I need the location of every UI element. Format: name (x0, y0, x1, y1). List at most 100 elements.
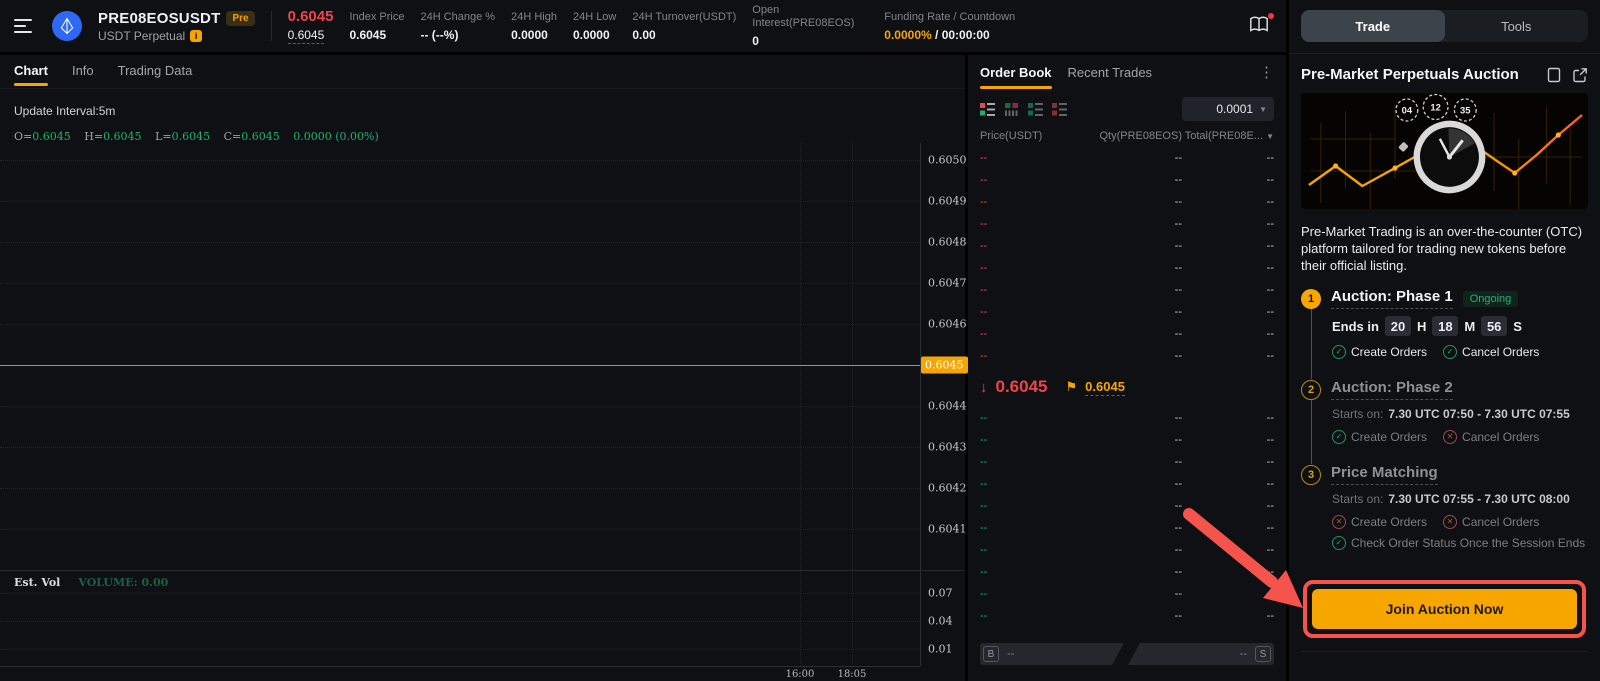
countdown-hours: 20 (1385, 316, 1411, 336)
external-link-icon[interactable] (1572, 67, 1588, 83)
order-book-ask-row[interactable]: ------ (968, 147, 1286, 169)
order-book-bid-row[interactable]: ------ (968, 495, 1286, 517)
notification-dot (1268, 13, 1274, 19)
price-block: 0.6045 0.6045 (288, 8, 334, 44)
current-price-label: 0.6045 (921, 357, 968, 374)
cross-circle-icon: ✕ (1443, 430, 1457, 444)
depth-both-icon[interactable] (980, 102, 995, 117)
chart-tab-bar: Chart Info Trading Data (0, 55, 965, 89)
gridline-horizontal (0, 593, 920, 594)
annotation-highlight-box: Join Auction Now (1303, 580, 1586, 638)
order-book-ask-row[interactable]: ------ (968, 301, 1286, 323)
gridline-vertical (800, 143, 801, 666)
order-book-ask-row[interactable]: ------ (968, 169, 1286, 191)
phase-1-number: 1 (1301, 289, 1321, 309)
gridline-horizontal (0, 406, 920, 407)
phase-1-countdown: Ends in 20 H 18 M 56 S (1332, 316, 1588, 336)
phase-2-title[interactable]: Auction: Phase 2 (1331, 379, 1453, 400)
order-book-bid-row[interactable]: ------ (968, 407, 1286, 429)
order-book-ask-row[interactable]: ------ (968, 279, 1286, 301)
divider (1301, 651, 1588, 652)
order-book-ask-row[interactable]: ------ (968, 345, 1286, 367)
bids-list: ----------------------------------------… (968, 407, 1286, 627)
order-book-bid-row[interactable]: ------ (968, 561, 1286, 583)
gridline-horizontal (0, 447, 920, 448)
phase-3-title[interactable]: Price Matching (1331, 464, 1438, 485)
order-book-bid-row[interactable]: ------ (968, 605, 1286, 627)
menu-icon[interactable] (14, 19, 36, 33)
mark-price-link[interactable]: 0.6045 (1085, 379, 1125, 396)
tab-recent-trades[interactable]: Recent Trades (1068, 65, 1153, 89)
auction-phase-3: 3 Price Matching Starts on:7.30 UTC 07:5… (1301, 464, 1588, 554)
stat-24h-change: 24H Change % -- (--%) (420, 11, 495, 42)
check-circle-icon: ✓ (1443, 345, 1457, 359)
time-axis-tick: 16:00 (786, 669, 815, 680)
ongoing-badge: Ongoing (1463, 291, 1519, 307)
volume-pane-divider[interactable] (0, 570, 965, 571)
chart-panel: Chart Info Trading Data Update Interval:… (0, 55, 965, 681)
order-book-ask-row[interactable]: ------ (968, 213, 1286, 235)
auction-phase-1: 1 Auction: Phase 1 Ongoing Ends in 20 H … (1301, 288, 1588, 379)
order-book-bid-row[interactable]: ------ (968, 517, 1286, 539)
phase-2-number: 2 (1301, 380, 1321, 400)
tab-chart[interactable]: Chart (14, 63, 48, 86)
order-book-ask-row[interactable]: ------ (968, 191, 1286, 213)
auction-panel: Trade Tools Pre-Market Perpetuals Auctio… (1289, 0, 1600, 681)
phase-3-cancel-orders: ✕Cancel Orders (1443, 515, 1539, 529)
depth-chart-icon[interactable] (1004, 102, 1019, 117)
auction-phase-2: 2 Auction: Phase 2 Starts on:7.30 UTC 07… (1301, 379, 1588, 464)
last-price: 0.6045 (288, 8, 334, 25)
stat-index-price: Index Price 0.6045 (349, 11, 404, 42)
order-book-bid-row[interactable]: ------ (968, 429, 1286, 451)
phase-1-title[interactable]: Auction: Phase 1 (1331, 288, 1453, 309)
trade-tools-toggle: Trade Tools (1301, 10, 1588, 42)
price-axis-tick: 0.6041 (928, 523, 967, 536)
price-down-arrow-icon: ↓ (980, 379, 988, 396)
order-book-bid-row[interactable]: ------ (968, 451, 1286, 473)
join-auction-button[interactable]: Join Auction Now (1312, 589, 1577, 629)
gridline-horizontal (0, 160, 920, 161)
trading-app: PRE08EOSUSDT Pre USDT Perpetual i 0.6045… (0, 0, 1600, 681)
countdown-seconds: 56 (1481, 316, 1507, 336)
gridline-horizontal (0, 488, 920, 489)
price-axis-tick: 0.6048 (928, 236, 967, 249)
eos-logo-icon (58, 17, 76, 35)
volume-value: VOLUME: 0.00 (78, 576, 168, 589)
symbol-block[interactable]: PRE08EOSUSDT Pre USDT Perpetual i (98, 10, 255, 43)
orderbook-guide-icon[interactable] (1248, 15, 1272, 37)
contract-type: USDT Perpetual (98, 29, 185, 43)
stat-24h-high: 24H High 0.0000 (511, 11, 557, 42)
contract-doc-icon[interactable] (1546, 67, 1562, 83)
mid-last-price[interactable]: 0.6045 (996, 377, 1048, 397)
volume-axis-tick: 0.04 (928, 615, 953, 628)
cross-circle-icon: ✕ (1443, 515, 1457, 529)
buy-sell-ratio-bar: B -- -- S (980, 643, 1274, 665)
est-vol-label[interactable]: Est. Vol (14, 576, 60, 589)
order-book-bid-row[interactable]: ------ (968, 583, 1286, 605)
mark-price[interactable]: 0.6045 (288, 28, 325, 44)
order-book-toolbar: 0.0001 ▼ (968, 91, 1286, 127)
order-book-ask-row[interactable]: ------ (968, 257, 1286, 279)
order-book-ask-row[interactable]: ------ (968, 235, 1286, 257)
kebab-menu-icon[interactable]: ⋮ (1259, 65, 1274, 80)
promo-badge-35: 35 (1460, 105, 1470, 116)
tick-size-dropdown[interactable]: 0.0001 ▼ (1182, 97, 1274, 121)
time-axis-tick: 18:05 (838, 669, 867, 680)
tab-tools[interactable]: Tools (1445, 10, 1589, 42)
depth-buy-icon[interactable] (1028, 102, 1043, 117)
time-axis-line (0, 666, 920, 667)
order-book-bid-row[interactable]: ------ (968, 473, 1286, 495)
info-icon[interactable]: i (190, 30, 202, 42)
tab-trade[interactable]: Trade (1301, 10, 1445, 42)
order-book-ask-row[interactable]: ------ (968, 323, 1286, 345)
price-axis-tick: 0.6049 (928, 195, 967, 208)
price-axis-tick: 0.6047 (928, 277, 967, 290)
tab-trading-data[interactable]: Trading Data (118, 63, 193, 86)
tab-info[interactable]: Info (72, 63, 94, 86)
depth-sell-icon[interactable] (1052, 102, 1067, 117)
order-book-tab-bar: Order Book Recent Trades ⋮ (968, 55, 1286, 91)
order-book-bid-row[interactable]: ------ (968, 539, 1286, 561)
stat-24h-turnover: 24H Turnover(USDT) 0.00 (632, 11, 736, 42)
phase-2-cancel-orders: ✕Cancel Orders (1443, 430, 1539, 444)
tab-order-book[interactable]: Order Book (980, 65, 1052, 89)
